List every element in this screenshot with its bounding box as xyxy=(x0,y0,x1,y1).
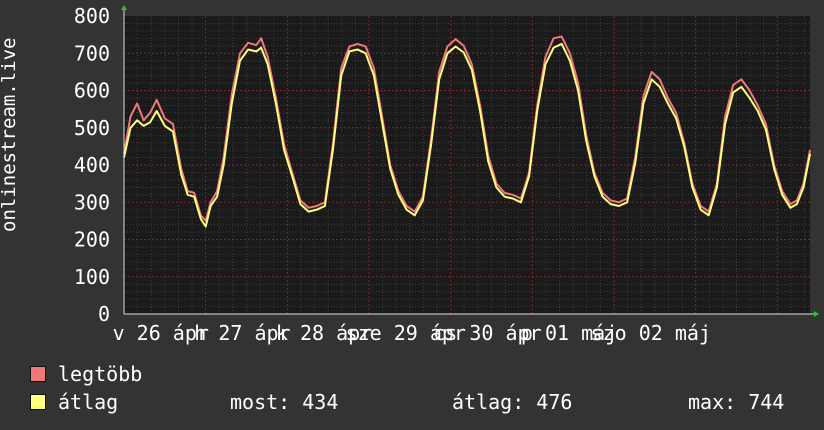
y-tick-label: 300 xyxy=(74,190,110,214)
legend-item-legtobb: legtöbb xyxy=(30,362,820,386)
y-tick-label: 400 xyxy=(74,153,110,177)
legend-label-legtobb: legtöbb xyxy=(58,362,143,386)
stat-max-label: max: xyxy=(688,390,737,414)
y-tick-label: 0 xyxy=(98,302,110,326)
x-axis-arrow xyxy=(814,311,819,317)
stat-max-value: 744 xyxy=(748,390,785,414)
legend-swatch-legtobb xyxy=(30,366,46,382)
stat-avg-label: átlag: xyxy=(452,390,525,414)
y-tick-label: 500 xyxy=(74,116,110,140)
y-axis-arrow xyxy=(121,5,127,10)
stat-now: most: 434 xyxy=(230,390,338,414)
y-tick-labels: 800 700 600 500 400 300 200 100 0 xyxy=(74,4,110,326)
y-tick-label: 100 xyxy=(74,265,110,289)
y-tick-label: 800 xyxy=(74,4,110,28)
stat-avg-value: 476 xyxy=(536,390,573,414)
x-tick-label: szo 02 máj xyxy=(591,321,711,345)
y-tick-label: 700 xyxy=(74,41,110,65)
stat-now-value: 434 xyxy=(302,390,339,414)
y-axis-label: onlinestream.live xyxy=(0,37,20,232)
y-tick-label: 600 xyxy=(74,79,110,103)
y-tick-label: 200 xyxy=(74,228,110,252)
stat-max: max: 744 xyxy=(688,390,784,414)
x-tick-labels: v 26 áprh 27 áprk 28 áprsze 29 áprcs 30 … xyxy=(113,321,711,345)
legend-label-atlag: átlag xyxy=(58,390,119,414)
stat-avg: átlag: 476 xyxy=(452,390,572,414)
stat-now-label: most: xyxy=(230,390,291,414)
legend-swatch-atlag xyxy=(30,394,46,410)
legend-item-atlag: átlag most: 434 átlag: 476 max: 744 xyxy=(30,390,820,414)
